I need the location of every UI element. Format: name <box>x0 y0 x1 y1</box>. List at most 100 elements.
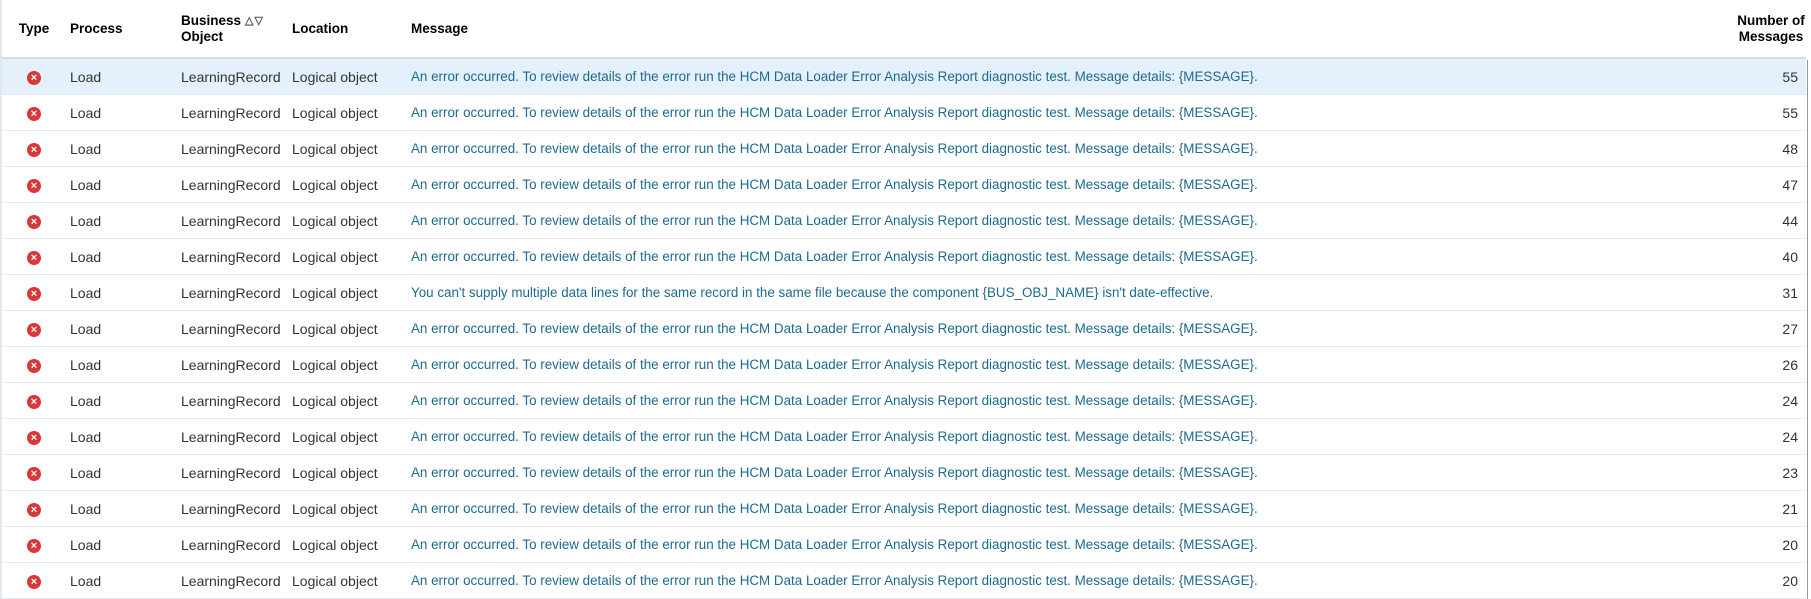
business-object-cell: LearningRecord <box>181 94 292 131</box>
count-cell: 47 <box>1726 166 1806 203</box>
business-object-cell: LearningRecord <box>181 58 292 95</box>
sort-ascending-icon[interactable]: △ <box>245 13 253 29</box>
count-cell: 40 <box>1726 238 1806 275</box>
process-cell: Load <box>66 274 181 311</box>
col-number-label: Number of Messages <box>1737 12 1805 44</box>
col-message[interactable]: Message <box>405 0 1726 59</box>
message-cell[interactable]: An error occurred. To review details of … <box>405 58 1726 95</box>
process-cell: Load <box>66 310 181 347</box>
header-row: Type Process Business Object △ ▽ Locatio… <box>2 0 1806 59</box>
count-cell: 55 <box>1726 94 1806 131</box>
sort-descending-icon[interactable]: ▽ <box>254 13 262 29</box>
table-row[interactable]: × Load LearningRecord Logical object An … <box>2 166 1806 203</box>
col-process[interactable]: Process <box>66 0 181 59</box>
error-icon: × <box>27 107 41 121</box>
location-cell: Logical object <box>292 58 405 95</box>
count-cell: 31 <box>1726 274 1806 311</box>
table-row[interactable]: × Load LearningRecord Logical object An … <box>2 526 1806 563</box>
table-row[interactable]: × Load LearningRecord Logical object An … <box>2 346 1806 383</box>
table-row[interactable]: × Load LearningRecord Logical object An … <box>2 130 1806 167</box>
message-cell[interactable]: An error occurred. To review details of … <box>405 202 1726 239</box>
process-cell: Load <box>66 490 181 527</box>
error-icon: × <box>27 467 41 481</box>
type-cell: × <box>2 310 66 347</box>
message-cell[interactable]: An error occurred. To review details of … <box>405 310 1726 347</box>
business-object-cell: LearningRecord <box>181 454 292 491</box>
count-cell: 20 <box>1726 526 1806 563</box>
table-row[interactable]: × Load LearningRecord Logical object An … <box>2 382 1806 419</box>
error-icon: × <box>27 539 41 553</box>
col-type[interactable]: Type <box>2 0 66 59</box>
table-row[interactable]: × Load LearningRecord Logical object An … <box>2 238 1806 275</box>
message-cell[interactable]: An error occurred. To review details of … <box>405 490 1726 527</box>
count-cell: 26 <box>1726 346 1806 383</box>
error-icon: × <box>27 395 41 409</box>
type-cell: × <box>2 562 66 599</box>
vertical-scrollbar[interactable] <box>1807 60 1811 599</box>
message-cell[interactable]: An error occurred. To review details of … <box>405 418 1726 455</box>
table-row[interactable]: × Load LearningRecord Logical object An … <box>2 202 1806 239</box>
process-cell: Load <box>66 418 181 455</box>
error-icon: × <box>27 251 41 265</box>
process-cell: Load <box>66 166 181 203</box>
location-cell: Logical object <box>292 310 405 347</box>
error-icon: × <box>27 575 41 589</box>
message-cell[interactable]: An error occurred. To review details of … <box>405 454 1726 491</box>
business-object-cell: LearningRecord <box>181 238 292 275</box>
table-row[interactable]: × Load LearningRecord Logical object An … <box>2 58 1806 95</box>
count-cell: 48 <box>1726 130 1806 167</box>
count-cell: 44 <box>1726 202 1806 239</box>
table-row[interactable]: × Load LearningRecord Logical object An … <box>2 310 1806 347</box>
type-cell: × <box>2 418 66 455</box>
location-cell: Logical object <box>292 130 405 167</box>
business-object-cell: LearningRecord <box>181 562 292 599</box>
col-business-object-label: Business Object <box>181 12 242 44</box>
message-cell[interactable]: An error occurred. To review details of … <box>405 346 1726 383</box>
process-cell: Load <box>66 94 181 131</box>
process-cell: Load <box>66 562 181 599</box>
business-object-cell: LearningRecord <box>181 130 292 167</box>
type-cell: × <box>2 58 66 95</box>
col-business-object[interactable]: Business Object △ ▽ <box>181 0 292 59</box>
message-cell[interactable]: An error occurred. To review details of … <box>405 382 1726 419</box>
table-row[interactable]: × Load LearningRecord Logical object An … <box>2 490 1806 527</box>
table-row[interactable]: × Load LearningRecord Logical object An … <box>2 562 1806 599</box>
type-cell: × <box>2 202 66 239</box>
table-row[interactable]: × Load LearningRecord Logical object An … <box>2 454 1806 491</box>
message-cell[interactable]: An error occurred. To review details of … <box>405 238 1726 275</box>
location-cell: Logical object <box>292 202 405 239</box>
table-row[interactable]: × Load LearningRecord Logical object An … <box>2 418 1806 455</box>
location-cell: Logical object <box>292 490 405 527</box>
location-cell: Logical object <box>292 166 405 203</box>
col-number-of-messages[interactable]: Number of Messages <box>1726 0 1806 59</box>
message-cell[interactable]: An error occurred. To review details of … <box>405 562 1726 599</box>
location-cell: Logical object <box>292 418 405 455</box>
location-cell: Logical object <box>292 238 405 275</box>
location-cell: Logical object <box>292 382 405 419</box>
location-cell: Logical object <box>292 346 405 383</box>
message-cell[interactable]: An error occurred. To review details of … <box>405 526 1726 563</box>
error-icon: × <box>27 503 41 517</box>
message-cell[interactable]: An error occurred. To review details of … <box>405 94 1726 131</box>
table-row[interactable]: × Load LearningRecord Logical object An … <box>2 94 1806 131</box>
business-object-cell: LearningRecord <box>181 274 292 311</box>
business-object-cell: LearningRecord <box>181 310 292 347</box>
process-cell: Load <box>66 454 181 491</box>
message-cell[interactable]: An error occurred. To review details of … <box>405 166 1726 203</box>
error-icon: × <box>27 179 41 193</box>
location-cell: Logical object <box>292 94 405 131</box>
business-object-cell: LearningRecord <box>181 166 292 203</box>
message-cell[interactable]: An error occurred. To review details of … <box>405 130 1726 167</box>
error-icon: × <box>27 71 41 85</box>
process-cell: Load <box>66 238 181 275</box>
location-cell: Logical object <box>292 562 405 599</box>
message-cell[interactable]: You can't supply multiple data lines for… <box>405 274 1726 311</box>
type-cell: × <box>2 130 66 167</box>
error-icon: × <box>27 359 41 373</box>
error-icon: × <box>27 287 41 301</box>
process-cell: Load <box>66 58 181 95</box>
count-cell: 21 <box>1726 490 1806 527</box>
col-location[interactable]: Location <box>292 0 405 59</box>
business-object-cell: LearningRecord <box>181 418 292 455</box>
table-row[interactable]: × Load LearningRecord Logical object You… <box>2 274 1806 311</box>
